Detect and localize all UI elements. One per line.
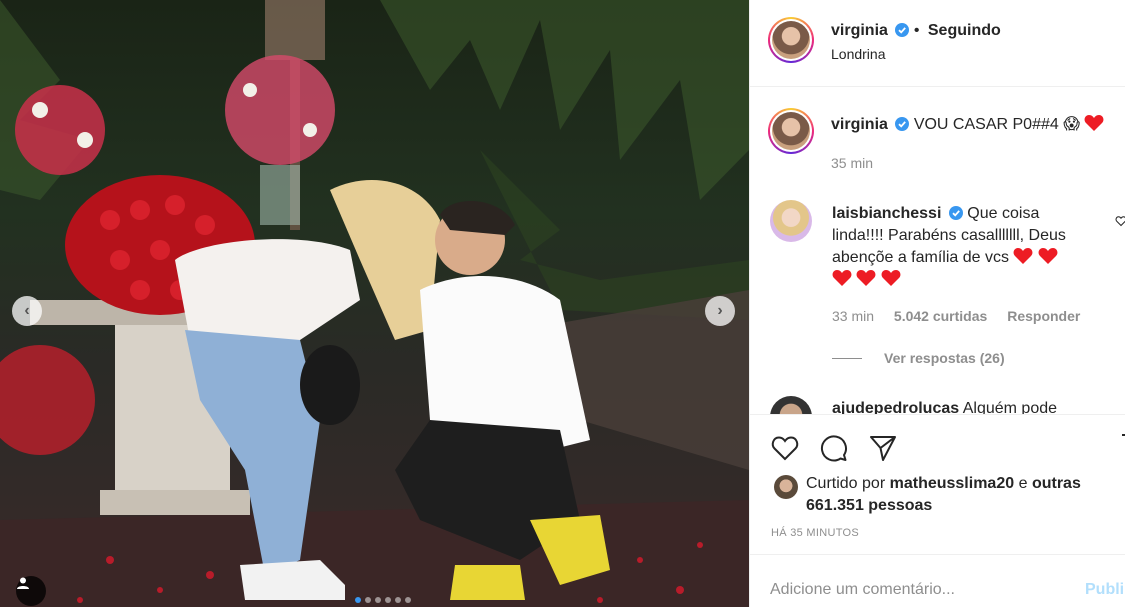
verified-icon	[895, 117, 910, 131]
bookmark-icon[interactable]	[1121, 433, 1125, 463]
user-icon	[17, 577, 29, 589]
author-avatar[interactable]	[768, 17, 814, 63]
photo-illustration	[0, 0, 749, 607]
replies-divider	[832, 357, 862, 359]
chevron-right-icon: ›	[717, 302, 723, 319]
post-photo[interactable]: ‹ ›	[0, 0, 749, 607]
comment-text: Alguém pode	[962, 400, 1058, 414]
like-heart-icon[interactable]	[770, 433, 800, 463]
carousel-dot	[375, 597, 381, 603]
carousel-dot	[385, 597, 391, 603]
comment-likes[interactable]: 5.042 curtidas	[894, 308, 987, 324]
commenter-username[interactable]: laisbianchessi	[832, 205, 941, 222]
liked-by-prefix: Curtido por	[806, 475, 886, 492]
comment-like-icon[interactable]	[1115, 215, 1125, 227]
heart-emoji-icon	[832, 270, 852, 286]
scream-emoji: 😱	[1063, 116, 1080, 133]
comment-time: 33 min	[832, 308, 875, 324]
carousel-dot	[405, 597, 411, 603]
author-line: virginia • Seguindo	[831, 22, 1001, 40]
heart-emoji-icon	[1038, 248, 1058, 264]
comments-section[interactable]: virginia VOU CASAR P0##4 😱 35 min laisbi…	[750, 88, 1125, 414]
separator-dot: •	[913, 22, 920, 39]
verified-icon	[895, 23, 910, 37]
heart-emoji-icon	[857, 270, 876, 286]
heart-emoji-icon	[1084, 115, 1104, 131]
commenter-avatar[interactable]	[770, 200, 812, 242]
commenter-username[interactable]: ajudepedrolucas	[832, 400, 959, 414]
post-header: virginia • Seguindo Londrina	[750, 0, 1125, 87]
author-username[interactable]: virginia	[831, 22, 888, 39]
caption-avatar[interactable]	[768, 108, 814, 154]
post-timestamp[interactable]: HÁ 35 MINUTOS	[771, 527, 859, 539]
view-replies-label: Ver respostas (26)	[884, 350, 1005, 366]
heart-emoji-icon	[881, 270, 901, 286]
heart-emoji-icon	[1014, 248, 1033, 264]
liker-username[interactable]: matheusslima20	[890, 475, 1015, 492]
publish-button[interactable]: Publi	[1085, 581, 1124, 599]
carousel-indicator	[355, 597, 411, 603]
reply-button[interactable]: Responder	[1007, 308, 1080, 324]
carousel-dot	[395, 597, 401, 603]
carousel-dot	[365, 597, 371, 603]
comment-bubble-icon[interactable]	[819, 433, 849, 463]
next-photo-button[interactable]: ›	[705, 296, 735, 326]
commenter-avatar[interactable]	[770, 396, 812, 414]
view-replies-button[interactable]: Ver respostas (26)	[832, 350, 1005, 366]
liked-by-conj: e	[1018, 475, 1028, 492]
liker-avatar[interactable]	[774, 475, 798, 499]
post-actions: Curtido por matheusslima20 e outras 661.…	[750, 414, 1125, 554]
caption-time: 35 min	[831, 155, 874, 171]
comment-meta: 33 min 5.042 curtidas Responder	[832, 308, 1096, 324]
verified-icon	[948, 206, 963, 220]
carousel-dot	[355, 597, 361, 603]
comment-body: laisbianchessi Que coisa linda!!!! Parab…	[832, 203, 1072, 291]
previous-photo-button[interactable]: ‹	[12, 296, 42, 326]
comment-body: ajudepedrolucas Alguém pode	[832, 400, 1057, 414]
tagged-users-button[interactable]	[16, 576, 46, 606]
caption-text-line: virginia VOU CASAR P0##4 😱	[831, 114, 1104, 134]
add-comment-bar: Adicione um comentário... Publi	[750, 554, 1125, 607]
follow-status-button[interactable]: Seguindo	[928, 22, 1001, 39]
post-side-panel: virginia • Seguindo Londrina virginia VO…	[749, 0, 1125, 607]
comment-input[interactable]: Adicione um comentário...	[770, 581, 955, 599]
caption-text: VOU CASAR P0##4	[913, 116, 1059, 133]
caption-username[interactable]: virginia	[831, 116, 888, 133]
chevron-left-icon: ‹	[24, 302, 30, 319]
post-location[interactable]: Londrina	[831, 46, 886, 62]
share-paper-plane-icon[interactable]	[868, 433, 898, 463]
